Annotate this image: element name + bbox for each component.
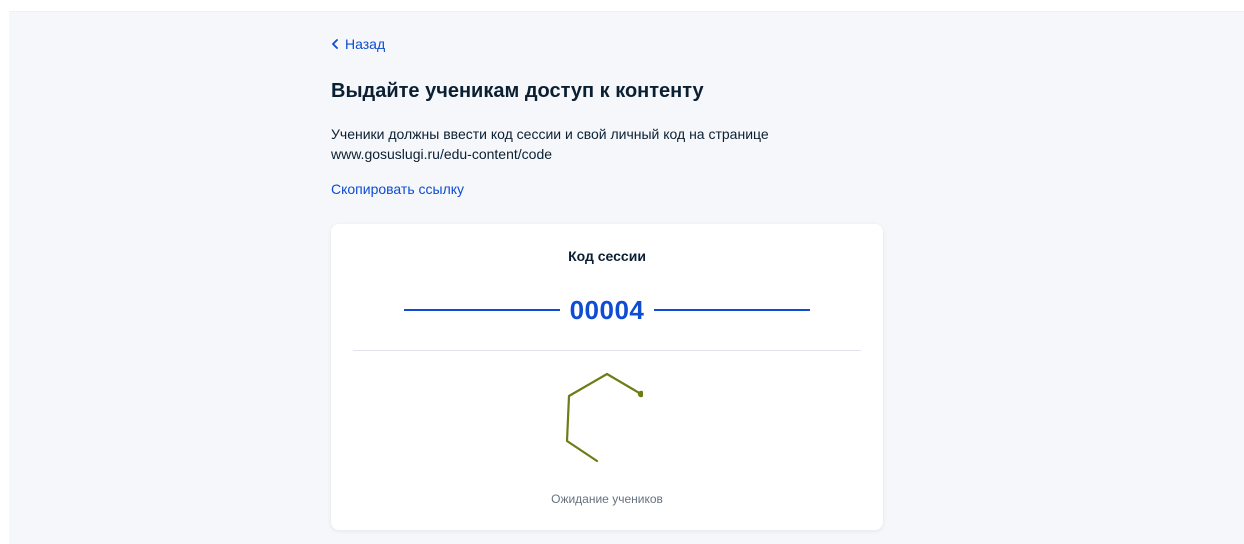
page-title: Выдайте ученикам доступ к контенту bbox=[331, 80, 704, 102]
session-card: Код сессии 00004 Ожидание учеников bbox=[331, 224, 883, 530]
chevron-left-icon bbox=[332, 39, 338, 49]
session-code: 00004 bbox=[569, 294, 645, 325]
code-line-right bbox=[654, 309, 810, 311]
copy-link-button[interactable]: Скопировать ссылку bbox=[331, 181, 464, 197]
code-line-left bbox=[404, 309, 560, 311]
description-line-1: Ученики должны ввести код сессии и свой … bbox=[331, 126, 769, 142]
card-divider bbox=[353, 350, 861, 351]
hexagon-loader-icon bbox=[565, 372, 643, 463]
description-line-2: www.gosuslugi.ru/edu-content/code bbox=[331, 146, 553, 162]
back-link[interactable]: Назад bbox=[331, 36, 385, 52]
session-card-title: Код сессии bbox=[568, 248, 646, 264]
waiting-status: Ожидание учеников bbox=[551, 492, 663, 506]
back-link-label: Назад bbox=[345, 36, 386, 52]
page-description: Ученики должны ввести код сессии и свой … bbox=[331, 124, 831, 164]
session-code-row: 00004 bbox=[404, 292, 810, 328]
